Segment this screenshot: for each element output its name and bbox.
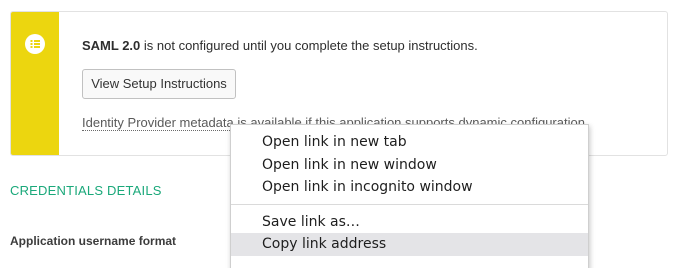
menu-item-save-link-as[interactable]: Save link as… <box>231 211 588 234</box>
notice-message-text: is not configured until you complete the… <box>140 38 478 53</box>
context-menu: Open link in new tab Open link in new wi… <box>230 124 589 268</box>
menu-item-copy-link-address[interactable]: Copy link address <box>231 233 588 256</box>
notice-message: SAML 2.0 is not configured until you com… <box>82 38 478 53</box>
menu-separator <box>231 203 588 205</box>
idp-metadata-link[interactable]: Identity Provider metadata <box>82 115 234 131</box>
list-icon <box>25 34 45 54</box>
menu-item-open-new-tab[interactable]: Open link in new tab <box>231 131 588 154</box>
protocol-name: SAML 2.0 <box>82 38 141 53</box>
menu-item-open-new-window[interactable]: Open link in new window <box>231 154 588 177</box>
notice-stripe <box>11 12 59 155</box>
credentials-details-heading: CREDENTIALS DETAILS <box>10 183 162 198</box>
view-setup-instructions-button[interactable]: View Setup Instructions <box>82 69 236 99</box>
menu-item-open-incognito[interactable]: Open link in incognito window <box>231 176 588 199</box>
username-format-label: Application username format <box>10 234 177 248</box>
